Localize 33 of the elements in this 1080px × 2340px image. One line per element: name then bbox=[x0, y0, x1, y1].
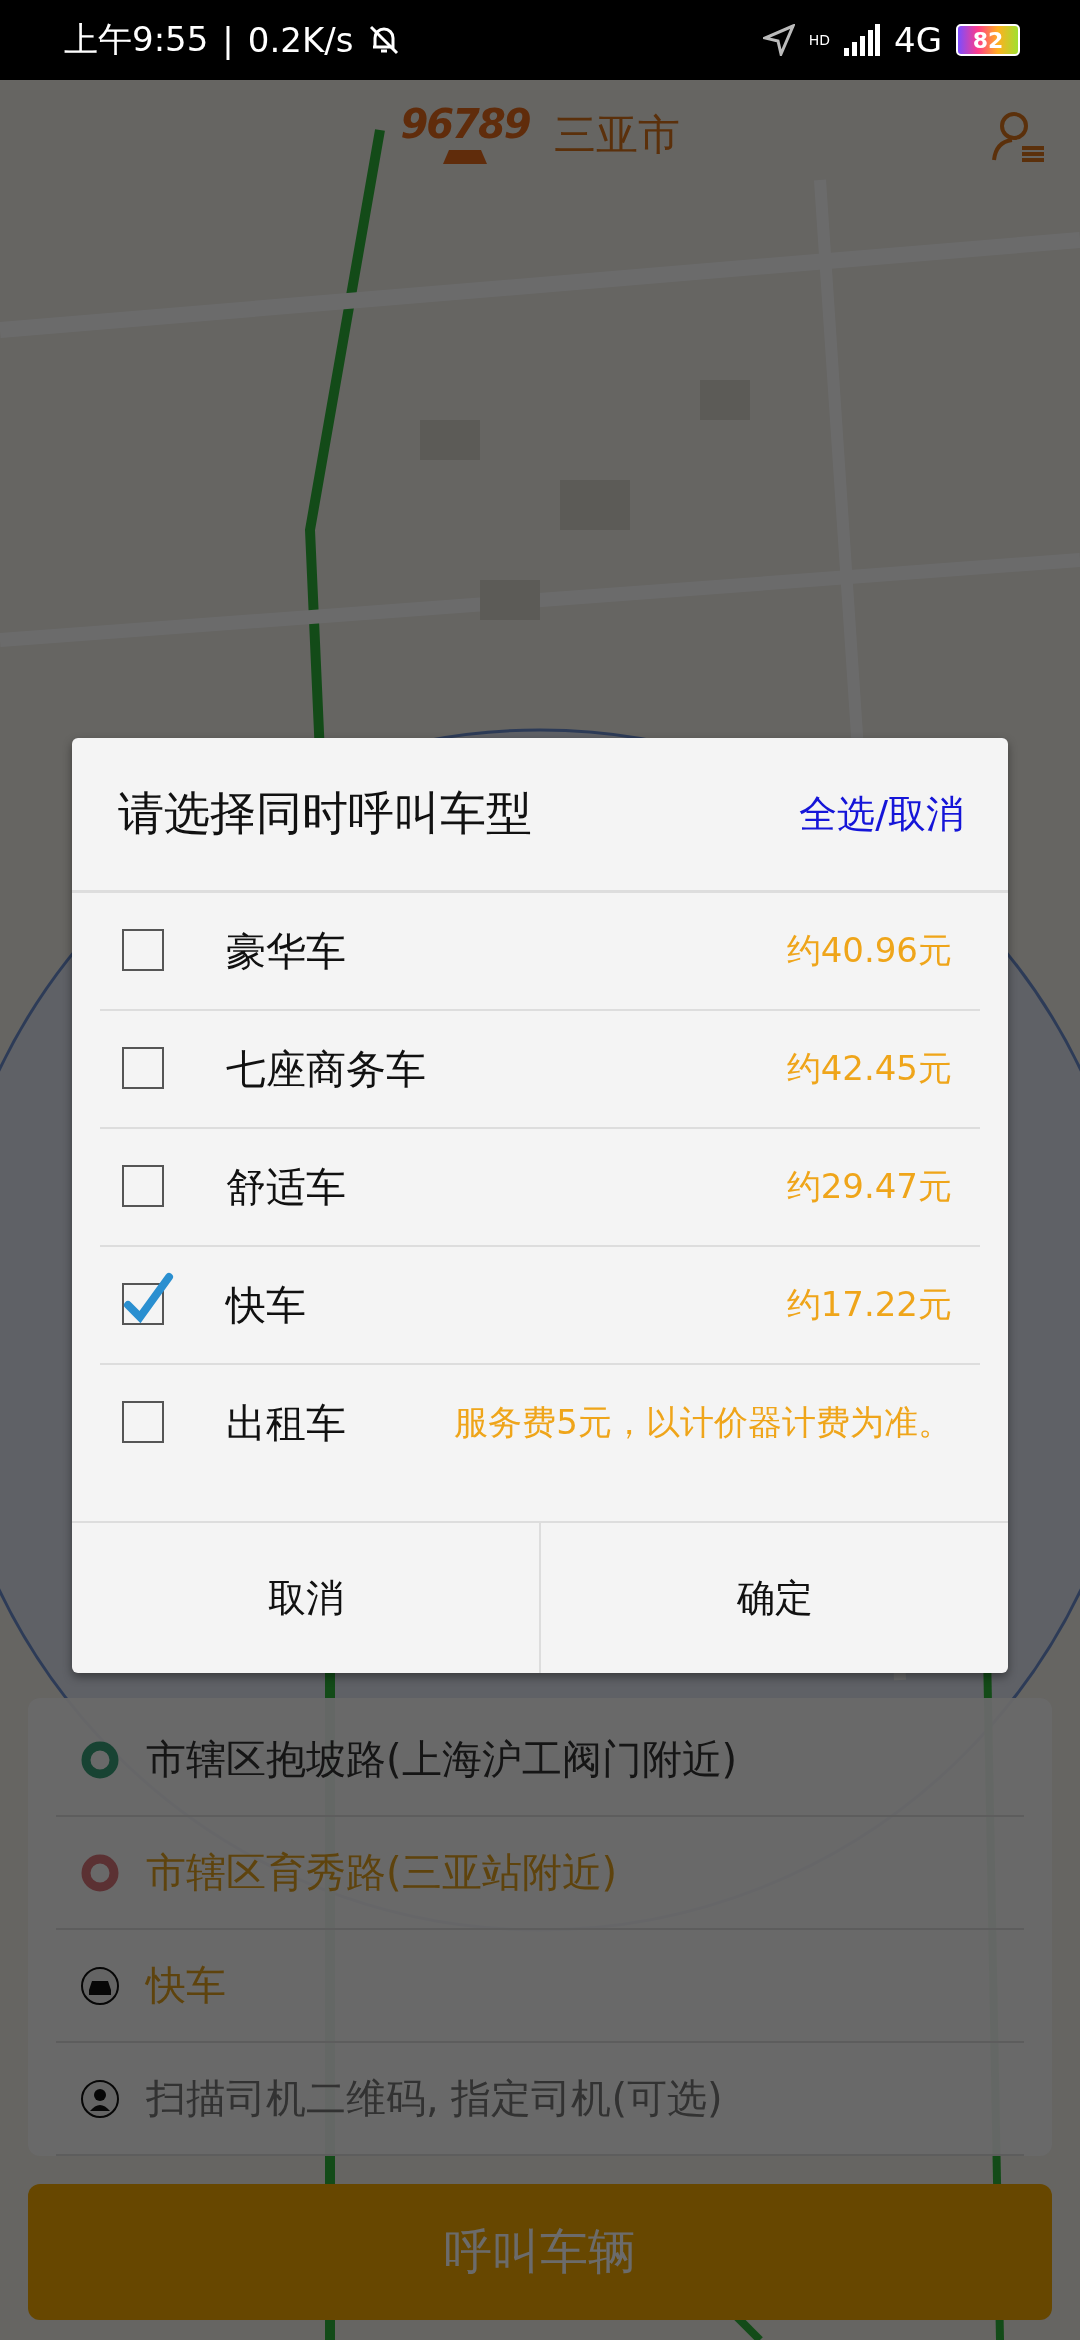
call-button[interactable]: 呼叫车辆 bbox=[28, 2184, 1052, 2320]
trip-row-text[interactable]: 市辖区抱坡路(上海沪工阀门附近) bbox=[146, 1732, 738, 1787]
dialog-button[interactable]: 取消 bbox=[72, 1523, 539, 1673]
separator: | bbox=[222, 20, 234, 60]
driver-icon bbox=[80, 2078, 120, 2119]
app-logo: 96789 bbox=[400, 104, 530, 166]
start-marker-icon bbox=[80, 1739, 120, 1780]
select-all-link[interactable]: 全选/取消 bbox=[799, 788, 964, 840]
car-type-label: 快车 bbox=[226, 1280, 307, 1330]
dialog-title: 请选择同时呼叫车型 bbox=[118, 785, 532, 842]
checkbox[interactable] bbox=[122, 1271, 174, 1327]
price-label: 约42.45元 bbox=[786, 1047, 952, 1090]
hd-label: HD bbox=[808, 32, 830, 48]
city-name[interactable]: 三亚市 bbox=[553, 107, 680, 163]
trip-row-text[interactable]: 快车 bbox=[146, 1958, 226, 2013]
dialog-button[interactable]: 确定 bbox=[539, 1523, 1008, 1673]
price-label: 约40.96元 bbox=[786, 929, 952, 972]
car-type-label: 豪华车 bbox=[226, 926, 347, 976]
car-type-label: 七座商务车 bbox=[226, 1044, 427, 1094]
destination-marker-icon bbox=[80, 1852, 120, 1893]
network-type: 4G bbox=[894, 20, 942, 60]
car-type-label: 舒适车 bbox=[226, 1162, 347, 1212]
clock: 上午9:55 bbox=[64, 18, 209, 61]
price-label: 约17.22元 bbox=[786, 1283, 952, 1326]
location-arrow-icon bbox=[762, 24, 795, 56]
car-icon bbox=[80, 1965, 120, 2006]
price-label: 约29.47元 bbox=[786, 1165, 952, 1208]
trip-row-text[interactable]: 市辖区育秀路(三亚站附近) bbox=[146, 1845, 618, 1900]
battery-icon: 82 bbox=[956, 24, 1020, 56]
car-type-label: 出租车 bbox=[226, 1398, 347, 1448]
price-label: 服务费5元，以计价器计费为准。 bbox=[454, 1401, 952, 1444]
network-speed: 0.2K/s bbox=[247, 20, 354, 60]
signal-icon bbox=[844, 24, 880, 56]
